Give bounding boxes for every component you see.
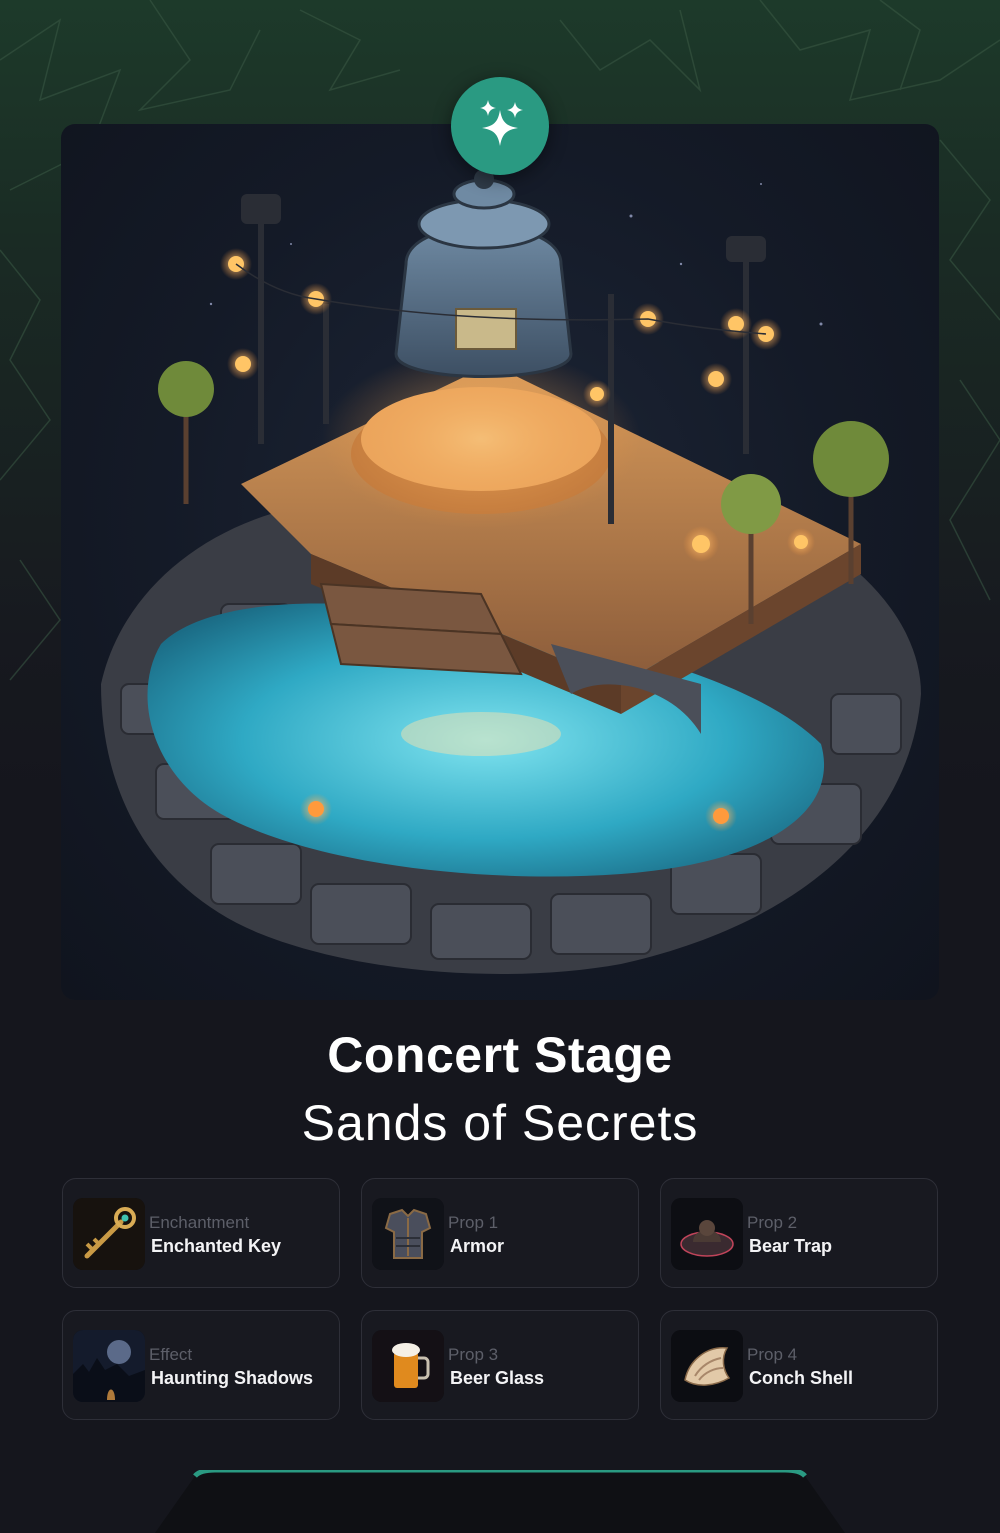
component-name: Enchanted Key [151,1236,282,1256]
component-card-prop-2[interactable]: Prop 2 Bear Trap [660,1178,938,1288]
armor-icon [372,1198,444,1270]
component-category: Prop 3 [448,1345,499,1364]
beer-glass-icon [372,1330,444,1402]
component-category: Effect [149,1345,193,1364]
featured-badge [451,77,549,175]
conch-shell-icon [671,1330,743,1402]
sparkles-icon [480,100,523,146]
item-subtitle: Sands of Secrets [301,1095,699,1151]
thumb [73,1330,145,1402]
bear-trap-icon [671,1198,743,1270]
component-card-effect[interactable]: Effect Haunting Shadows [62,1310,340,1420]
bottom-action-bar[interactable] [155,1467,845,1533]
component-name: Beer Glass [450,1368,545,1388]
thumb [73,1198,145,1270]
item-title: Concert Stage [327,1027,673,1083]
component-category: Prop 4 [747,1345,798,1364]
component-category: Prop 1 [448,1213,499,1232]
thumb [372,1330,444,1402]
component-card-prop-4[interactable]: Prop 4 Conch Shell [660,1310,938,1420]
thumb [671,1198,743,1270]
component-category: Enchantment [149,1213,250,1232]
component-name: Bear Trap [749,1236,833,1256]
component-card-prop-3[interactable]: Prop 3 Beer Glass [361,1310,639,1420]
component-card-prop-1[interactable]: Prop 1 Armor [361,1178,639,1288]
haunting-shadows-icon [73,1330,145,1402]
thumb [671,1330,743,1402]
component-card-enchantment[interactable]: Enchantment Enchanted Key [62,1178,340,1288]
component-name: Haunting Shadows [151,1368,313,1388]
hero-image [61,124,939,1000]
thumb [372,1198,444,1270]
component-name: Armor [450,1236,505,1256]
component-category: Prop 2 [747,1213,798,1232]
component-name: Conch Shell [749,1368,854,1388]
key-icon [73,1198,145,1270]
